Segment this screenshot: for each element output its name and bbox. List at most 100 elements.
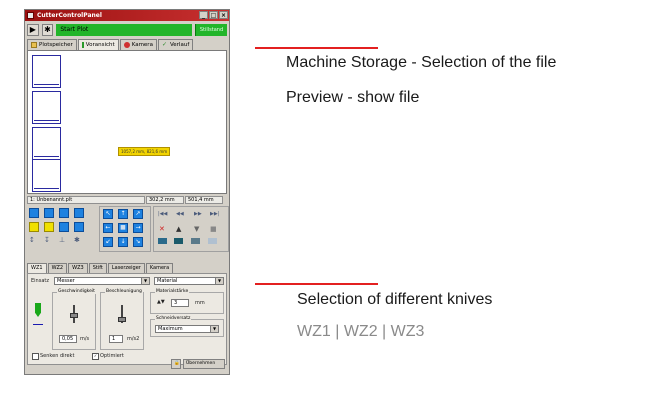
table-icon[interactable]	[191, 238, 200, 244]
acceleration-value: 1	[112, 336, 116, 342]
move-arrow-button[interactable]: ■	[118, 223, 128, 233]
tab-laserzeiger[interactable]: Laserzeiger	[107, 263, 145, 273]
stepper-arrows-icon[interactable]: ▲▼	[157, 299, 165, 305]
status-badge: Stillstand	[195, 23, 228, 36]
move-arrow-button[interactable]: ↙	[103, 237, 113, 247]
align-icon[interactable]: ↕	[29, 236, 35, 244]
tab-label: Kamera	[131, 42, 153, 48]
camera-icon	[123, 42, 130, 48]
annotation-bottom-line1: Selection of different knives	[297, 291, 493, 308]
maximize-button[interactable]: □	[209, 11, 218, 19]
material-strength-group: Materialstärke ▲▼ 3 mm	[150, 289, 224, 314]
lower-direct-label: Senken direkt	[40, 353, 75, 359]
control-panel: ↕ ↧ ⊥ ✱ ↖ ↑ ↗ ← ■ → ↙ ↓ ↘ |◀◀ ◀◀ ▶▶ ▶▶| …	[27, 205, 229, 261]
move-arrow-button[interactable]: ←	[103, 223, 113, 233]
tab-label: Voransicht	[85, 42, 115, 48]
tool-settings-panel: Einsatz Messer ▼ Material ▼ Geschwindigk…	[27, 273, 227, 365]
material-value: Material	[157, 278, 178, 284]
tab-voransicht[interactable]: Voransicht	[77, 39, 119, 50]
knife-base-line	[33, 324, 43, 325]
chevron-down-icon: ▼	[141, 278, 149, 284]
annotation-top-line2: Preview - show file	[286, 89, 420, 106]
layout-tool-button[interactable]	[74, 208, 84, 218]
fan-icon[interactable]	[208, 238, 217, 244]
move-arrow-button[interactable]: →	[133, 223, 143, 233]
acceleration-title: Beschleunigung	[105, 289, 143, 294]
layout-tool-button[interactable]	[74, 222, 84, 232]
rewind-icon[interactable]: ◀◀	[176, 211, 184, 217]
speed-unit: m/s	[80, 336, 90, 342]
tab-wz2[interactable]: WZ2	[47, 263, 68, 273]
skip-end-icon[interactable]: ▶▶|	[210, 211, 219, 217]
window-title: CutterControlPanel	[37, 12, 102, 19]
blade-offset-title: Schneidversatz	[155, 316, 192, 321]
preview-sheet	[32, 159, 61, 192]
apply-button[interactable]: Übernehmen	[183, 359, 225, 369]
acceleration-slider-knob[interactable]	[118, 317, 126, 322]
chevron-down-icon: ▼	[210, 326, 218, 332]
acceleration-input[interactable]: 1	[109, 335, 123, 343]
tab-kamera-tool[interactable]: Kamera	[145, 263, 174, 273]
folder-icon	[31, 42, 37, 48]
tool-icon[interactable]	[174, 238, 183, 244]
tab-wz1[interactable]: WZ1	[27, 263, 47, 273]
lower-direct-checkbox[interactable]	[32, 353, 39, 360]
close-button[interactable]: ×	[219, 11, 228, 19]
align-icon[interactable]: ↧	[44, 236, 50, 244]
material-strength-input[interactable]: 3	[171, 299, 189, 307]
tab-wz3[interactable]: WZ3	[68, 263, 88, 273]
material-strength-unit: mm	[195, 300, 205, 306]
tab-stift[interactable]: Stift	[88, 263, 107, 273]
tab-kamera[interactable]: Kamera	[119, 39, 157, 50]
layout-tool-button[interactable]	[44, 208, 54, 218]
down-icon[interactable]: ▼	[194, 225, 199, 233]
align-icon[interactable]: ✱	[74, 236, 80, 244]
layout-tool-button[interactable]	[44, 222, 54, 232]
preview-sheet	[32, 55, 61, 88]
speed-slider-knob[interactable]	[70, 313, 78, 318]
start-plot-button[interactable]: Start Plot	[56, 23, 193, 36]
move-arrow-button[interactable]: ↗	[133, 209, 143, 219]
forward-icon[interactable]: ▶▶	[194, 211, 202, 217]
cancel-icon[interactable]: ✕	[159, 225, 165, 233]
optimized-checkbox[interactable]: ✓	[92, 353, 99, 360]
layout-tool-button[interactable]	[29, 222, 39, 232]
play-icon[interactable]: ▶	[27, 23, 39, 36]
vacuum-icon[interactable]	[158, 238, 167, 244]
move-arrow-button[interactable]: ↓	[118, 237, 128, 247]
tab-verlauf[interactable]: ✓ Verlauf	[157, 39, 194, 50]
acceleration-group: Beschleunigung 1 m/s2	[100, 289, 144, 350]
minimize-button[interactable]: _	[199, 11, 208, 19]
lock-icon[interactable]: 🔒	[171, 359, 181, 369]
blade-offset-group: Schneidversatz Maximum ▼	[150, 316, 224, 337]
einsatz-label: Einsatz	[31, 278, 49, 284]
tab-plotspeicher[interactable]: Plotspeicher	[27, 39, 77, 50]
move-arrow-button[interactable]: ↘	[133, 237, 143, 247]
blade-offset-value: Maximum	[158, 326, 183, 332]
acceleration-unit: m/s2	[127, 336, 140, 342]
up-icon[interactable]: ▲	[176, 225, 181, 233]
layout-tool-button[interactable]	[29, 208, 39, 218]
check-icon: ✓	[161, 41, 167, 48]
einsatz-select[interactable]: Messer ▼	[54, 277, 150, 285]
settings-icon[interactable]: ✱	[41, 23, 54, 36]
skip-start-icon[interactable]: |◀◀	[158, 211, 167, 217]
tab-label: Plotspeicher	[39, 42, 73, 48]
preview-sheet	[32, 127, 61, 160]
width-field: 302,2 mm	[146, 196, 184, 204]
plot-controls: |◀◀ ◀◀ ▶▶ ▶▶| ✕ ▲ ▼ ■	[153, 206, 229, 252]
file-preview-canvas[interactable]: 1057,2 mm, 821,6 mm	[27, 50, 227, 194]
arrow-pad: ↖ ↑ ↗ ← ■ → ↙ ↓ ↘	[99, 206, 151, 252]
stop-icon[interactable]: ■	[210, 225, 217, 233]
material-select[interactable]: Material ▼	[154, 277, 224, 285]
blade-offset-select[interactable]: Maximum ▼	[155, 325, 219, 333]
move-arrow-button[interactable]: ↑	[118, 209, 128, 219]
layout-tool-button[interactable]	[59, 222, 69, 232]
align-icon[interactable]: ⊥	[59, 236, 65, 244]
speed-input[interactable]: 0,05	[59, 335, 77, 343]
title-bar: CutterControlPanel _ □ ×	[25, 10, 229, 21]
toolbar: ▶ ✱ Start Plot Stillstand	[25, 21, 229, 38]
move-arrow-button[interactable]: ↖	[103, 209, 113, 219]
speed-title: Geschwindigkeit	[57, 289, 96, 294]
layout-tool-button[interactable]	[59, 208, 69, 218]
